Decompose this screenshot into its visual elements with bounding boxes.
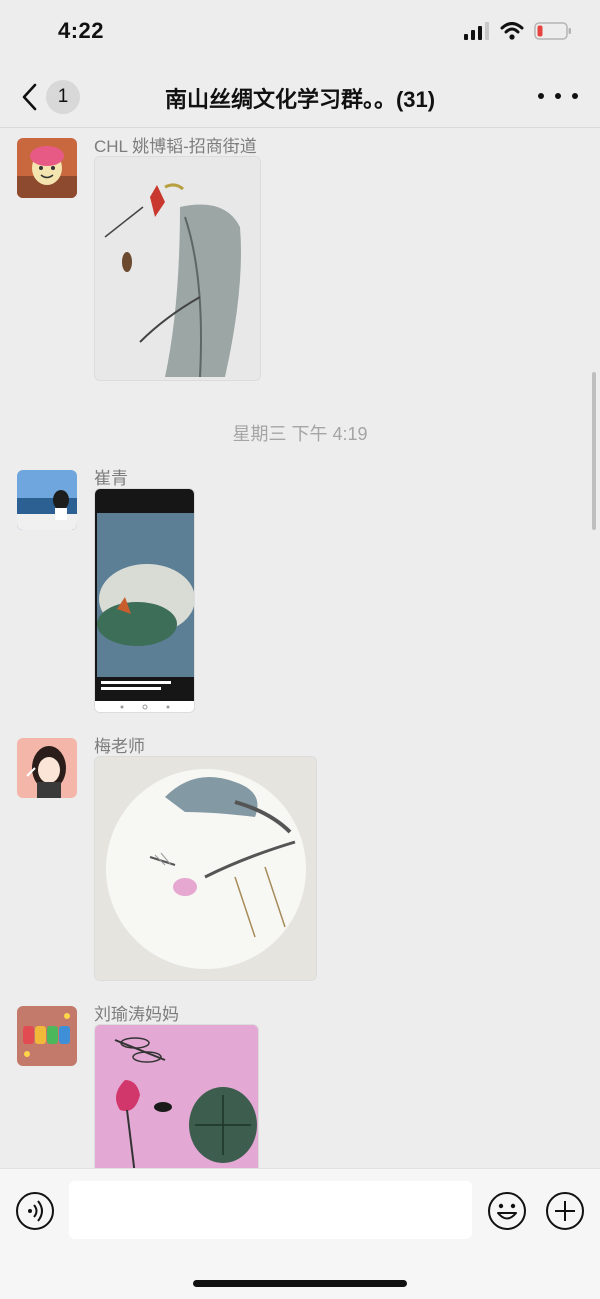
more-button[interactable] <box>538 86 578 106</box>
painting-image <box>95 157 260 380</box>
image-message[interactable] <box>94 756 317 981</box>
back-button[interactable]: 1 <box>16 78 86 116</box>
wifi-icon <box>500 22 524 40</box>
scrollbar-thumb[interactable] <box>592 372 596 530</box>
plus-icon[interactable] <box>545 1191 585 1231</box>
unread-count-badge: 1 <box>46 80 80 114</box>
more-dot <box>555 93 561 99</box>
avatar-image <box>17 138 77 198</box>
home-indicator <box>193 1280 407 1287</box>
sender-name: CHL 姚博韬-招商街道 <box>94 137 257 156</box>
avatar[interactable] <box>17 138 77 198</box>
avatar-image <box>17 470 77 530</box>
sender-name: 刘瑜涛妈妈 <box>94 1005 179 1024</box>
chat-title: 南山丝绸文化学习群。。(31) <box>164 87 436 112</box>
avatar-image <box>17 738 77 798</box>
voice-icon[interactable] <box>15 1191 55 1231</box>
chat-message-list[interactable]: CHL 姚博韬-招商街道 星期三 下午 4:19 崔青 梅老师 刘瑜涛妈妈 <box>0 128 600 1168</box>
painting-image <box>95 1025 258 1168</box>
chevron-left-icon <box>22 83 37 111</box>
avatar-image <box>17 1006 77 1066</box>
battery-low-icon <box>534 22 571 40</box>
sender-name: 崔青 <box>94 469 128 488</box>
message-input[interactable] <box>69 1181 472 1239</box>
avatar[interactable] <box>17 470 77 530</box>
screenshot-image <box>95 489 194 712</box>
timestamp: 星期三 下午 4:19 <box>232 424 368 444</box>
status-icons <box>464 22 572 40</box>
image-message[interactable] <box>94 156 261 381</box>
input-bar <box>0 1168 600 1299</box>
emoji-icon[interactable] <box>487 1191 527 1231</box>
more-dot <box>538 93 544 99</box>
status-bar: 4:22 <box>0 0 600 66</box>
signal-icon <box>464 22 489 40</box>
avatar[interactable] <box>17 1006 77 1066</box>
image-message[interactable] <box>94 1024 259 1168</box>
sender-name: 梅老师 <box>94 737 145 756</box>
nav-bar: 1 南山丝绸文化学习群。。(31) <box>0 66 600 128</box>
status-time: 4:22 <box>58 18 105 43</box>
avatar[interactable] <box>17 738 77 798</box>
image-message[interactable] <box>94 488 195 713</box>
painting-image <box>95 757 316 980</box>
more-dot <box>572 93 578 99</box>
